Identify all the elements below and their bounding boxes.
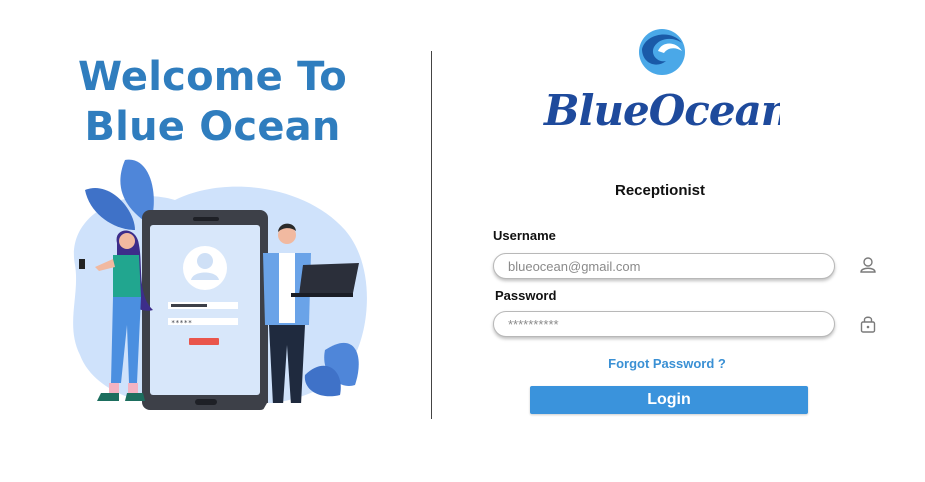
role-title: Receptionist (614, 182, 705, 199)
welcome-line-1: Welcome To (78, 54, 347, 100)
logo-text: BlueOcean (543, 86, 780, 135)
password-label: Password (495, 288, 557, 303)
forgot-password-link[interactable]: Forgot Password ? (560, 356, 774, 371)
lock-icon (860, 316, 876, 333)
woman-shirt (113, 255, 141, 297)
laptop-base (291, 293, 353, 297)
woman-shoe (97, 393, 119, 401)
laptop-screen (299, 263, 359, 295)
login-illustration: ***** (73, 159, 367, 410)
phone-speaker (193, 217, 219, 221)
woman-phone (79, 259, 85, 269)
username-input[interactable] (493, 253, 835, 279)
phone-password-mask: ***** (171, 319, 192, 327)
phone-login-button (189, 338, 219, 345)
username-label: Username (493, 228, 556, 243)
login-button[interactable]: Login (530, 386, 808, 414)
woman-shoe (125, 393, 145, 401)
man-shirt (279, 253, 295, 323)
vertical-divider (431, 51, 432, 419)
woman-sock (128, 383, 138, 393)
welcome-line-2: Blue Ocean (84, 104, 341, 150)
avatar-head (197, 253, 213, 269)
welcome-heading: Welcome To Blue Ocean (0, 52, 425, 152)
user-icon (860, 257, 876, 273)
blueocean-wave-icon (639, 29, 685, 75)
phone-home-button (195, 399, 217, 405)
woman-head (119, 233, 135, 249)
blueocean-logo-text: BlueOcean (543, 86, 780, 135)
man-shoe (287, 403, 307, 410)
phone-username-line (171, 304, 207, 307)
password-input[interactable] (493, 311, 835, 337)
woman-sock (109, 383, 119, 393)
